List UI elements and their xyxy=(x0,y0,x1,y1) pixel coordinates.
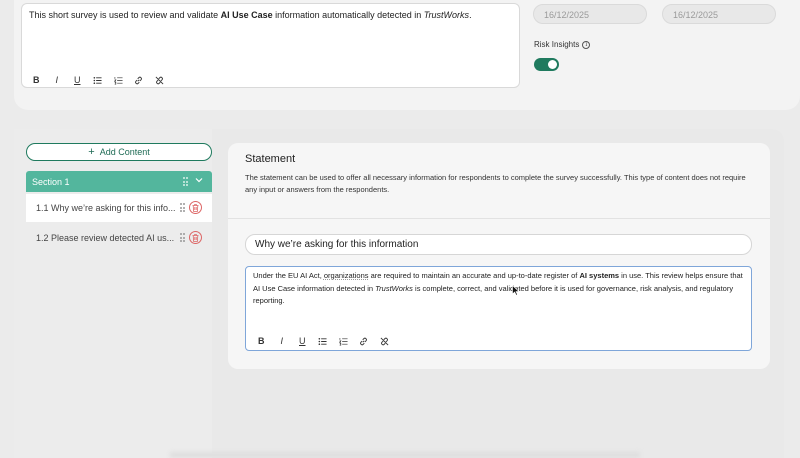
trash-icon[interactable] xyxy=(189,201,202,214)
numbered-list-icon xyxy=(113,76,123,84)
bottom-shadow xyxy=(170,452,640,458)
divider xyxy=(228,218,770,219)
desc-text-3: . xyxy=(469,10,472,20)
unlink-icon xyxy=(155,76,164,84)
unlink-button[interactable] xyxy=(149,73,170,87)
link-icon xyxy=(135,76,143,84)
top-editor-toolbar: B I U xyxy=(26,73,170,87)
statement-title: Statement xyxy=(245,153,296,165)
sidebar-item-label: 1.2 Please review detected AI us... xyxy=(36,233,175,243)
risk-insights-label: Risk Insights i xyxy=(534,40,591,49)
survey-description-text[interactable]: This short survey is used to review and … xyxy=(29,10,472,20)
section-header[interactable]: Section 1 xyxy=(26,171,212,192)
underline-button[interactable]: U xyxy=(292,334,313,348)
question-title-input[interactable]: Why we’re asking for this information xyxy=(245,234,752,255)
link-icon xyxy=(360,337,368,345)
body-text-bold: AI systems xyxy=(579,271,620,280)
bullet-list-button[interactable] xyxy=(313,334,334,348)
start-date-field[interactable]: 16/12/2025 xyxy=(533,4,647,24)
drag-handle-icon[interactable] xyxy=(182,177,188,186)
bullet-list-icon xyxy=(318,337,327,345)
chevron-down-icon[interactable] xyxy=(194,175,204,187)
bullet-list-icon xyxy=(93,76,102,84)
statement-body-editor[interactable]: Under the EU AI Act, organizations are r… xyxy=(245,266,752,351)
italic-button[interactable]: I xyxy=(272,334,293,348)
body-text-italic: TrustWorks xyxy=(375,283,413,293)
desc-text-1: This short survey is used to review and … xyxy=(29,10,221,20)
numbered-list-icon xyxy=(338,337,348,345)
numbered-list-button[interactable] xyxy=(333,334,354,348)
body-text-1: Under the EU AI Act, xyxy=(253,271,324,280)
section-title: Section 1 xyxy=(32,176,70,187)
info-icon[interactable]: i xyxy=(582,40,591,49)
link-button[interactable] xyxy=(129,73,150,87)
sidebar-item-1-1[interactable]: 1.1 Why we’re asking for this info... xyxy=(26,194,212,222)
risk-insights-toggle[interactable] xyxy=(534,58,559,71)
italic-button[interactable]: I xyxy=(47,73,68,87)
desc-text-italic: TrustWorks xyxy=(423,10,470,20)
add-content-button[interactable]: + Add Content xyxy=(26,143,212,161)
underline-button[interactable]: U xyxy=(67,73,88,87)
end-date-field[interactable]: 16/12/2025 xyxy=(662,4,776,24)
drag-handle-icon[interactable] xyxy=(179,203,185,212)
sidebar-item-1-2[interactable]: 1.2 Please review detected AI us... xyxy=(26,224,212,252)
sidebar-item-label: 1.1 Why we’re asking for this info... xyxy=(36,203,176,213)
statement-description: The statement can be used to offer all n… xyxy=(245,173,746,194)
body-text-underlined: organizations xyxy=(323,271,369,280)
unlink-icon xyxy=(380,337,389,345)
add-content-label: Add Content xyxy=(99,147,150,157)
body-editor-toolbar: B I U xyxy=(251,334,395,348)
drag-handle-icon[interactable] xyxy=(179,233,185,242)
plus-icon: + xyxy=(88,146,95,158)
numbered-list-button[interactable] xyxy=(108,73,129,87)
risk-insights-text: Risk Insights xyxy=(534,40,580,49)
bullet-list-button[interactable] xyxy=(88,73,109,87)
bold-button[interactable]: B xyxy=(26,73,47,87)
mouse-cursor-icon xyxy=(512,285,520,296)
link-button[interactable] xyxy=(354,334,375,348)
desc-text-bold: AI Use Case xyxy=(220,10,273,20)
trash-icon[interactable] xyxy=(189,231,202,244)
survey-description-editor[interactable]: This short survey is used to review and … xyxy=(21,3,520,88)
toggle-knob xyxy=(548,60,557,69)
unlink-button[interactable] xyxy=(374,334,395,348)
statement-body-text[interactable]: Under the EU AI Act, organizations are r… xyxy=(253,270,748,308)
body-text-2: are required to maintain an accurate and… xyxy=(368,271,580,280)
bold-button[interactable]: B xyxy=(251,334,272,348)
desc-text-2: information automatically detected in xyxy=(272,10,424,20)
